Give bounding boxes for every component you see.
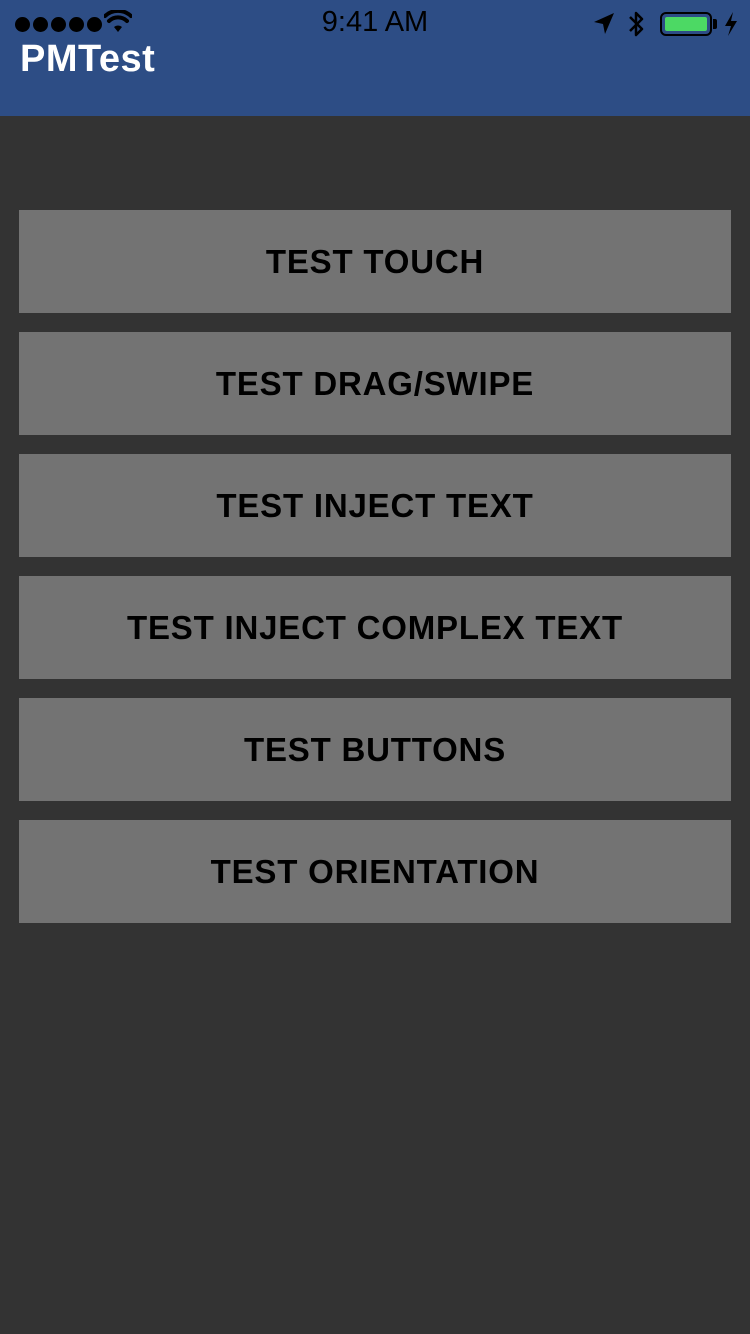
battery-cap: [713, 19, 717, 29]
test-inject-text-button[interactable]: TEST INJECT TEXT: [19, 454, 731, 557]
test-orientation-button[interactable]: TEST ORIENTATION: [19, 820, 731, 923]
test-menu: TEST TOUCH TEST DRAG/SWIPE TEST INJECT T…: [19, 210, 731, 942]
app-title: PMTest: [20, 38, 156, 80]
location-arrow-icon: [594, 13, 614, 34]
test-touch-button[interactable]: TEST TOUCH: [19, 210, 731, 313]
app-header: 9:41 AM PMTest: [0, 0, 750, 116]
app-screen: 9:41 AM PMTest TEST TOUCH TEST DRAG/SWIP…: [0, 0, 750, 1334]
test-drag-swipe-button[interactable]: TEST DRAG/SWIPE: [19, 332, 731, 435]
battery-level-fill: [665, 17, 707, 31]
bluetooth-icon: [629, 11, 644, 37]
charging-bolt-icon: [725, 12, 737, 36]
test-buttons-button[interactable]: TEST BUTTONS: [19, 698, 731, 801]
battery-icon: [660, 12, 712, 36]
status-bar: 9:41 AM: [0, 0, 750, 40]
test-inject-complex-text-button[interactable]: TEST INJECT COMPLEX TEXT: [19, 576, 731, 679]
